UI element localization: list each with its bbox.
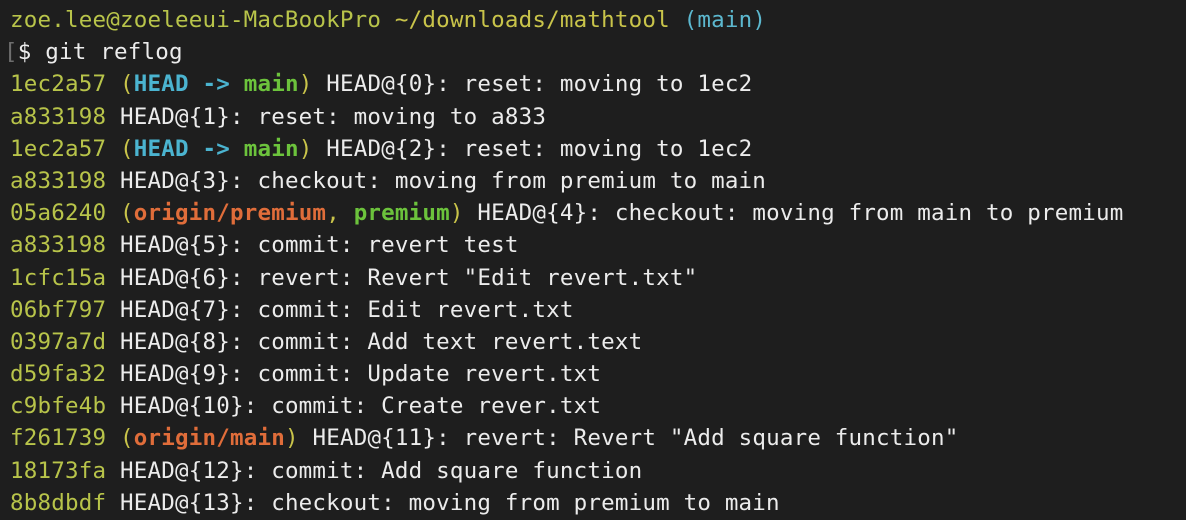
ref-remote: origin/premium <box>133 200 327 227</box>
ref-separator: , <box>326 200 354 227</box>
ref-paren-open: ( <box>119 425 134 452</box>
reflog-message: HEAD@{1}: reset: moving to a833 <box>119 103 547 130</box>
reflog-message: HEAD@{4}: checkout: moving from main to … <box>477 200 1124 227</box>
command-line: [$ git reflog <box>4 36 1186 68</box>
reflog-entry: a833198 HEAD@{5}: commit: revert test <box>10 229 1186 261</box>
ref-paren-close: ) <box>298 71 313 98</box>
commit-hash: f261739 <box>10 425 107 452</box>
command-bracket: [ <box>4 39 18 66</box>
reflog-entry: d59fa32 HEAD@{9}: commit: Update revert.… <box>10 358 1186 390</box>
reflog-entry: c9bfe4b HEAD@{10}: commit: Create rever.… <box>10 390 1186 422</box>
reflog-entry: 8b8dbdf HEAD@{13}: checkout: moving from… <box>10 487 1186 519</box>
ref-paren-close: ) <box>284 425 299 452</box>
reflog-message: HEAD@{9}: commit: Update revert.txt <box>119 361 602 388</box>
reflog-message: HEAD@{11}: revert: Revert "Add square fu… <box>312 425 959 452</box>
commit-hash: d59fa32 <box>10 361 107 388</box>
commit-hash: 18173fa <box>10 457 107 484</box>
reflog-message: HEAD@{6}: revert: Revert "Edit revert.tx… <box>119 264 698 291</box>
reflog-message: HEAD@{10}: commit: Create rever.txt <box>119 393 602 420</box>
reflog-entry: 0397a7d HEAD@{8}: commit: Add text rever… <box>10 326 1186 358</box>
reflog-message: HEAD@{13}: checkout: moving from premium… <box>119 489 780 516</box>
terminal-window[interactable]: zoe.lee@zoeleeui-MacBookPro ~/downloads/… <box>0 0 1186 520</box>
ref-paren-open: ( <box>119 71 134 98</box>
reflog-entry: a833198 HEAD@{3}: checkout: moving from … <box>10 165 1186 197</box>
commit-hash: 0397a7d <box>10 328 107 355</box>
reflog-message: HEAD@{12}: commit: Add square function <box>119 457 643 484</box>
ref-local: main <box>243 71 299 98</box>
commit-hash: 1ec2a57 <box>10 135 107 162</box>
prompt-path: ~/downloads/mathtool <box>394 7 670 33</box>
reflog-entry: 05a6240 (origin/premium, premium) HEAD@{… <box>10 197 1186 229</box>
ref-paren-open: ( <box>119 200 134 227</box>
commit-hash: 8b8dbdf <box>10 489 107 516</box>
reflog-message: HEAD@{8}: commit: Add text revert.text <box>119 328 643 355</box>
reflog-message: HEAD@{2}: reset: moving to 1ec2 <box>326 135 753 162</box>
commit-hash: c9bfe4b <box>10 393 107 420</box>
prompt-line: zoe.lee@zoeleeui-MacBookPro ~/downloads/… <box>10 4 1186 36</box>
reflog-entry: f261739 (origin/main) HEAD@{11}: revert:… <box>10 422 1186 454</box>
ref-head: HEAD -> <box>133 71 244 98</box>
commit-hash: 1ec2a57 <box>10 71 107 98</box>
commit-hash: a833198 <box>10 103 107 130</box>
reflog-message: HEAD@{3}: checkout: moving from premium … <box>119 167 767 194</box>
commit-hash: 06bf797 <box>10 296 107 323</box>
ref-paren-close: ) <box>449 200 464 227</box>
prompt-user-host: zoe.lee@zoeleeui-MacBookPro <box>10 7 382 33</box>
reflog-entry: 1ec2a57 (HEAD -> main) HEAD@{2}: reset: … <box>10 133 1186 165</box>
reflog-entry: 18173fa HEAD@{12}: commit: Add square fu… <box>10 455 1186 487</box>
commit-hash: a833198 <box>10 167 107 194</box>
reflog-message: HEAD@{0}: reset: moving to 1ec2 <box>326 71 753 98</box>
reflog-message: HEAD@{5}: commit: revert test <box>119 232 519 259</box>
reflog-entry: a833198 HEAD@{1}: reset: moving to a833 <box>10 101 1186 133</box>
reflog-output: 1ec2a57 (HEAD -> main) HEAD@{0}: reset: … <box>10 68 1186 519</box>
prompt-branch: (main) <box>683 7 767 33</box>
ref-local: main <box>243 135 299 162</box>
commit-hash: a833198 <box>10 232 107 259</box>
reflog-entry: 06bf797 HEAD@{7}: commit: Edit revert.tx… <box>10 294 1186 326</box>
ref-paren-open: ( <box>119 135 134 162</box>
ref-paren-close: ) <box>298 135 313 162</box>
ref-remote: origin/main <box>133 425 285 452</box>
ref-local: premium <box>353 200 450 227</box>
commit-hash: 05a6240 <box>10 200 107 227</box>
commit-hash: 1cfc15a <box>10 264 107 291</box>
reflog-message: HEAD@{7}: commit: Edit revert.txt <box>119 296 574 323</box>
reflog-entry: 1cfc15a HEAD@{6}: revert: Revert "Edit r… <box>10 262 1186 294</box>
ref-head: HEAD -> <box>133 135 244 162</box>
command-text: $ git reflog <box>17 39 183 66</box>
reflog-entry: 1ec2a57 (HEAD -> main) HEAD@{0}: reset: … <box>10 68 1186 100</box>
